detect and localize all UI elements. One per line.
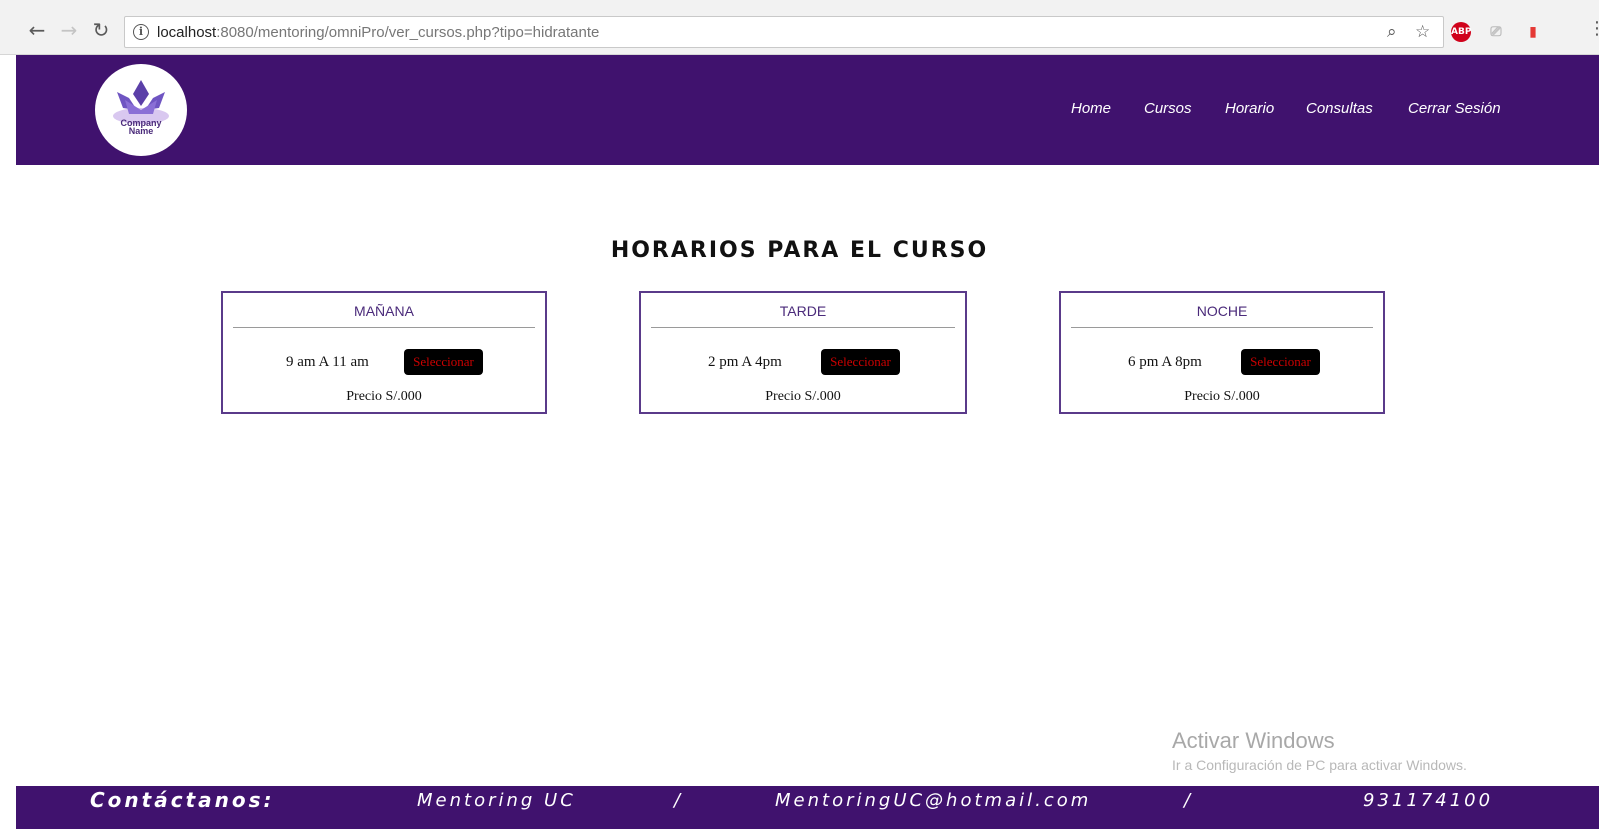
select-button-tarde[interactable]: Seleccionar xyxy=(821,349,900,375)
lotus-logo-icon xyxy=(113,80,169,124)
card-title: NOCHE xyxy=(1196,303,1248,319)
pdf-icon[interactable]: ▮ xyxy=(1523,22,1543,42)
footer-separator: / xyxy=(674,790,684,811)
card-title: TARDE xyxy=(779,303,827,319)
url-host: localhost xyxy=(157,24,217,41)
card-price: Precio S/.000 xyxy=(346,389,422,404)
star-icon[interactable]: ☆ xyxy=(1415,22,1430,42)
page-title: HORARIOS PARA EL CURSO xyxy=(610,238,989,263)
footer-email[interactable]: MentoringUC@hotmail.com xyxy=(775,790,1091,811)
card-time: 9 am A 11 am xyxy=(286,354,369,370)
url-path: :8080/mentoring/omniPro/ver_cursos.php?t… xyxy=(216,24,600,41)
card-divider xyxy=(1071,327,1373,328)
footer-company-name: Mentoring UC xyxy=(417,790,576,811)
url-text[interactable]: localhost:8080/mentoring/omniPro/ver_cur… xyxy=(157,24,599,41)
zoom-icon[interactable]: ⌕ xyxy=(1387,22,1397,42)
reload-icon[interactable]: ↻ xyxy=(88,17,114,43)
logo-text: Company Name xyxy=(95,119,187,136)
info-icon[interactable]: i xyxy=(133,24,149,40)
site-footer: Contáctanos: Mentoring UC / MentoringUC@… xyxy=(16,786,1599,829)
card-price: Precio S/.000 xyxy=(765,389,841,404)
nav-horario[interactable]: Horario xyxy=(1225,100,1274,117)
card-title: MAÑANA xyxy=(354,303,414,319)
adblock-icon[interactable]: ABP xyxy=(1451,22,1471,42)
card-price: Precio S/.000 xyxy=(1184,389,1260,404)
address-bar[interactable]: i localhost:8080/mentoring/omniPro/ver_c… xyxy=(124,16,1444,48)
footer-separator: / xyxy=(1184,790,1194,811)
nav-cerrar-sesion[interactable]: Cerrar Sesión xyxy=(1408,100,1501,117)
footer-phone[interactable]: 931174100 xyxy=(1363,790,1493,811)
select-button-noche[interactable]: Seleccionar xyxy=(1241,349,1320,375)
nav-cursos[interactable]: Cursos xyxy=(1144,100,1192,117)
browser-toolbar: ← → ↻ i localhost:8080/mentoring/omniPro… xyxy=(0,0,1599,55)
menu-dots-icon[interactable]: ⋮ xyxy=(1588,18,1599,39)
card-divider xyxy=(651,327,955,328)
schedule-card-tarde: TARDE 2 pm A 4pm Seleccionar Precio S/.0… xyxy=(639,291,967,414)
footer-contact-label: Contáctanos: xyxy=(90,788,275,812)
select-button-manana[interactable]: Seleccionar xyxy=(404,349,483,375)
back-arrow-icon[interactable]: ← xyxy=(24,17,50,43)
schedule-card-noche: NOCHE 6 pm A 8pm Seleccionar Precio S/.0… xyxy=(1059,291,1385,414)
schedule-card-manana: MAÑANA 9 am A 11 am Seleccionar Precio S… xyxy=(221,291,547,414)
card-time: 2 pm A 4pm xyxy=(708,354,782,370)
card-time: 6 pm A 8pm xyxy=(1128,354,1202,370)
windows-watermark-title: Activar Windows xyxy=(1172,728,1335,753)
forward-arrow-icon[interactable]: → xyxy=(56,17,82,43)
windows-watermark-subtitle: Ir a Configuración de PC para activar Wi… xyxy=(1172,757,1467,773)
cast-icon[interactable]: ⎚ xyxy=(1486,22,1506,42)
logo-line-2: Name xyxy=(128,126,154,136)
card-divider xyxy=(233,327,535,328)
company-logo[interactable]: Company Name xyxy=(95,64,187,156)
nav-home[interactable]: Home xyxy=(1071,100,1111,117)
nav-consultas[interactable]: Consultas xyxy=(1306,100,1373,117)
site-header: Company Name Home Cursos Horario Consult… xyxy=(16,55,1599,165)
